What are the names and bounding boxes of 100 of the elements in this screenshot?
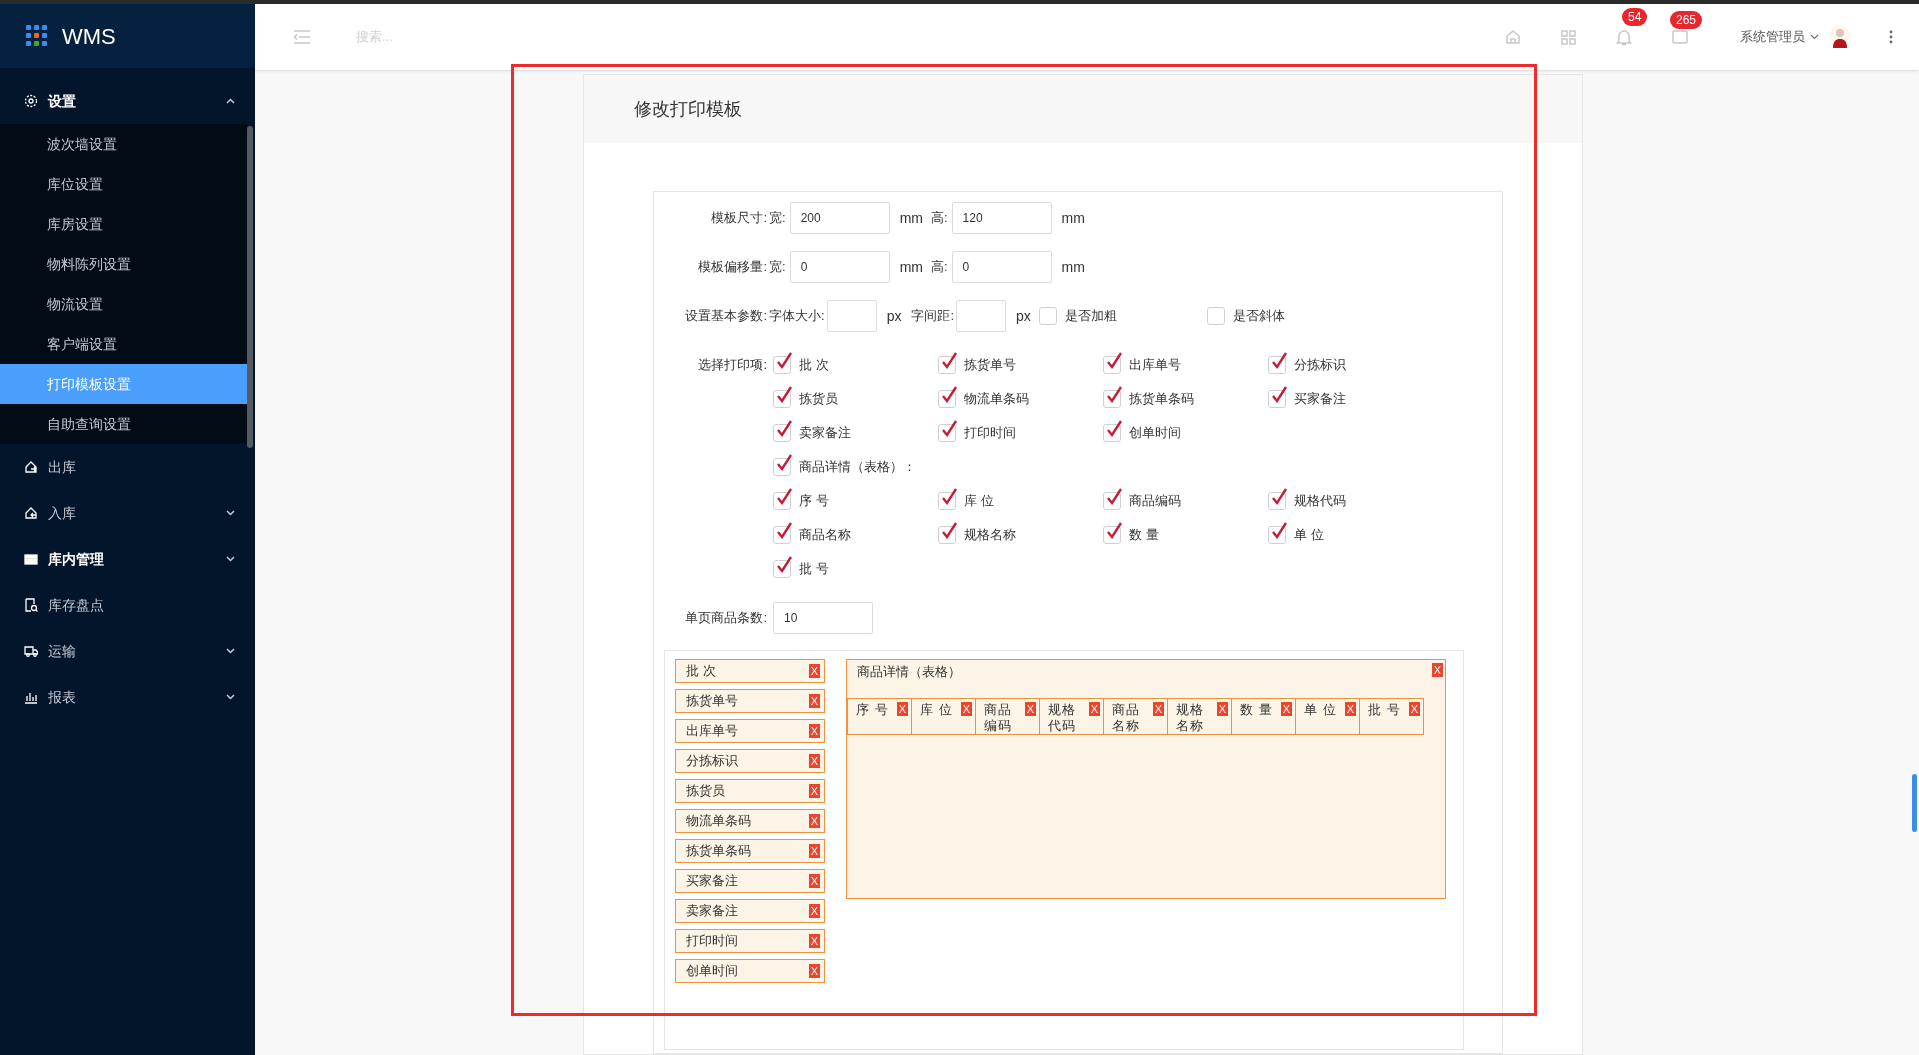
sidebar-subitem[interactable]: 客户端设置 bbox=[0, 324, 247, 364]
more-icon[interactable] bbox=[1889, 30, 1893, 44]
checkbox[interactable] bbox=[1206, 307, 1225, 325]
logo-icon bbox=[26, 25, 48, 47]
column-header[interactable]: 商品编码 X bbox=[975, 698, 1040, 735]
remove-button[interactable]: X bbox=[808, 784, 820, 798]
outbound-icon bbox=[24, 460, 38, 474]
remove-button[interactable]: X bbox=[896, 702, 908, 716]
remove-button[interactable]: X bbox=[808, 904, 820, 918]
remove-button[interactable]: X bbox=[1280, 702, 1292, 716]
sidebar-subitem[interactable]: 波次墙设置 bbox=[0, 124, 247, 164]
checkbox-label: 商品名称 bbox=[799, 526, 851, 545]
checkbox-label: 拣货单条码 bbox=[1129, 390, 1194, 409]
chip-label: 打印时间 bbox=[686, 932, 738, 951]
unit-label: mm bbox=[899, 208, 923, 228]
field-chip[interactable]: 分拣标识 X bbox=[675, 749, 825, 773]
input-field[interactable]: 0 bbox=[789, 251, 890, 283]
remove-button[interactable]: X bbox=[808, 754, 820, 768]
field-label: 字间距: bbox=[911, 307, 955, 326]
field-chip[interactable]: 买家备注 X bbox=[675, 869, 825, 893]
remove-button[interactable]: X bbox=[1408, 702, 1420, 716]
remove-button[interactable]: X bbox=[808, 694, 820, 708]
sidebar-item[interactable]: 设置 bbox=[0, 78, 255, 124]
chip-label: 批 次 bbox=[686, 662, 716, 681]
card-title: 修改打印模板 bbox=[634, 97, 742, 121]
checkbox-label: 是否斜体 bbox=[1232, 307, 1285, 326]
bar-chart-icon bbox=[24, 690, 38, 704]
remove-button[interactable]: X bbox=[808, 724, 820, 738]
field-chip[interactable]: 批 次 X bbox=[675, 659, 825, 683]
remove-button[interactable]: X bbox=[1088, 702, 1100, 716]
field-chip[interactable]: 物流单条码 X bbox=[675, 809, 825, 833]
column-header[interactable]: 规格名称 X bbox=[1167, 698, 1232, 735]
sidebar-subitem[interactable]: 库位设置 bbox=[0, 164, 247, 204]
remove-button[interactable]: X bbox=[808, 844, 820, 858]
remove-button[interactable]: X bbox=[1024, 702, 1036, 716]
input-field[interactable] bbox=[956, 300, 1007, 332]
input-field[interactable]: 200 bbox=[789, 202, 890, 234]
checkbox-label: 分拣标识 bbox=[1294, 356, 1346, 375]
remove-button[interactable]: X bbox=[1216, 702, 1228, 716]
scrollbar[interactable] bbox=[1912, 774, 1917, 832]
field-label: 模板尺寸: bbox=[710, 209, 767, 228]
checkbox-label: 单 位 bbox=[1294, 526, 1324, 545]
input-field[interactable]: 120 bbox=[951, 202, 1052, 234]
table-preview[interactable]: 商品详情（表格） X 序 号 X 库 位 X 商品编码 X 规格代码 X 商品名称 X 规格名称 X 数 量 X 单 位 X 批 号 X bbox=[846, 659, 1446, 899]
input-field[interactable]: 0 bbox=[951, 251, 1052, 283]
column-header[interactable]: 单 位 X bbox=[1295, 698, 1360, 735]
sidebar-subitem[interactable]: 库房设置 bbox=[0, 204, 247, 244]
column-header[interactable]: 商品名称 X bbox=[1103, 698, 1168, 735]
sidebar-subitem[interactable]: 物料陈列设置 bbox=[0, 244, 247, 284]
checkbox-label: 打印时间 bbox=[964, 424, 1016, 443]
message-badge: 265 bbox=[1670, 10, 1703, 29]
input-field[interactable]: 10 bbox=[773, 602, 873, 634]
input-field[interactable] bbox=[826, 300, 877, 332]
scrollbar[interactable] bbox=[247, 126, 253, 448]
checkbox-label: 规格代码 bbox=[1294, 492, 1346, 511]
remove-button[interactable]: X bbox=[1152, 702, 1164, 716]
column-label: 序 号 bbox=[856, 702, 890, 718]
field-label: 高: bbox=[930, 258, 948, 277]
sidebar-item[interactable]: 库内管理 bbox=[0, 536, 255, 582]
column-header[interactable]: 数 量 X bbox=[1231, 698, 1296, 735]
checkbox[interactable] bbox=[1038, 307, 1057, 325]
sidebar-subitem[interactable]: 自助查询设置 bbox=[0, 404, 247, 444]
remove-button[interactable]: X bbox=[808, 964, 820, 978]
sidebar-subitem[interactable]: 物流设置 bbox=[0, 284, 247, 324]
user-name[interactable]: 系统管理员 bbox=[1740, 27, 1805, 47]
remove-button[interactable]: X bbox=[960, 702, 972, 716]
column-header[interactable]: 序 号 X bbox=[847, 698, 912, 735]
remove-button[interactable]: X bbox=[1344, 702, 1356, 716]
field-chip[interactable]: 出库单号 X bbox=[675, 719, 825, 743]
sidebar-item[interactable]: 库存盘点 bbox=[0, 582, 255, 628]
caret-icon[interactable] bbox=[1810, 34, 1819, 40]
avatar-icon[interactable] bbox=[1829, 26, 1851, 48]
remove-button[interactable]: X bbox=[808, 664, 820, 678]
remove-button[interactable]: X bbox=[808, 814, 820, 828]
chip-label: 物流单条码 bbox=[686, 812, 751, 831]
column-header[interactable]: 库 位 X bbox=[911, 698, 976, 735]
field-chip[interactable]: 卖家备注 X bbox=[675, 899, 825, 923]
field-chip[interactable]: 拣货单号 X bbox=[675, 689, 825, 713]
checkbox-label: 数 量 bbox=[1129, 526, 1159, 545]
sidebar-item[interactable]: 报表 bbox=[0, 674, 255, 720]
remove-button[interactable]: X bbox=[808, 874, 820, 888]
field-chip[interactable]: 创单时间 X bbox=[675, 959, 825, 983]
chip-label: 创单时间 bbox=[686, 962, 738, 981]
sidebar-item[interactable]: 入库 bbox=[0, 490, 255, 536]
column-header[interactable]: 规格代码 X bbox=[1039, 698, 1104, 735]
field-chip[interactable]: 打印时间 X bbox=[675, 929, 825, 953]
checkbox-label: 买家备注 bbox=[1294, 390, 1346, 409]
unit-label: mm bbox=[1061, 257, 1085, 277]
column-header[interactable]: 批 号 X bbox=[1359, 698, 1424, 735]
field-label: 设置基本参数: bbox=[684, 307, 767, 326]
field-chip[interactable]: 拣货单条码 X bbox=[675, 839, 825, 863]
sidebar-item[interactable]: 出库 bbox=[0, 444, 255, 490]
remove-button[interactable]: X bbox=[808, 934, 820, 948]
column-label: 商品编码 bbox=[984, 702, 1013, 734]
checkbox-label: 拣货单号 bbox=[964, 356, 1016, 375]
field-label: 宽: bbox=[769, 209, 786, 228]
sidebar-item[interactable]: 运输 bbox=[0, 628, 255, 674]
field-chip[interactable]: 拣货员 X bbox=[675, 779, 825, 803]
checkbox-label: 商品详情（表格）： bbox=[799, 458, 916, 477]
remove-button[interactable]: X bbox=[1431, 663, 1443, 677]
